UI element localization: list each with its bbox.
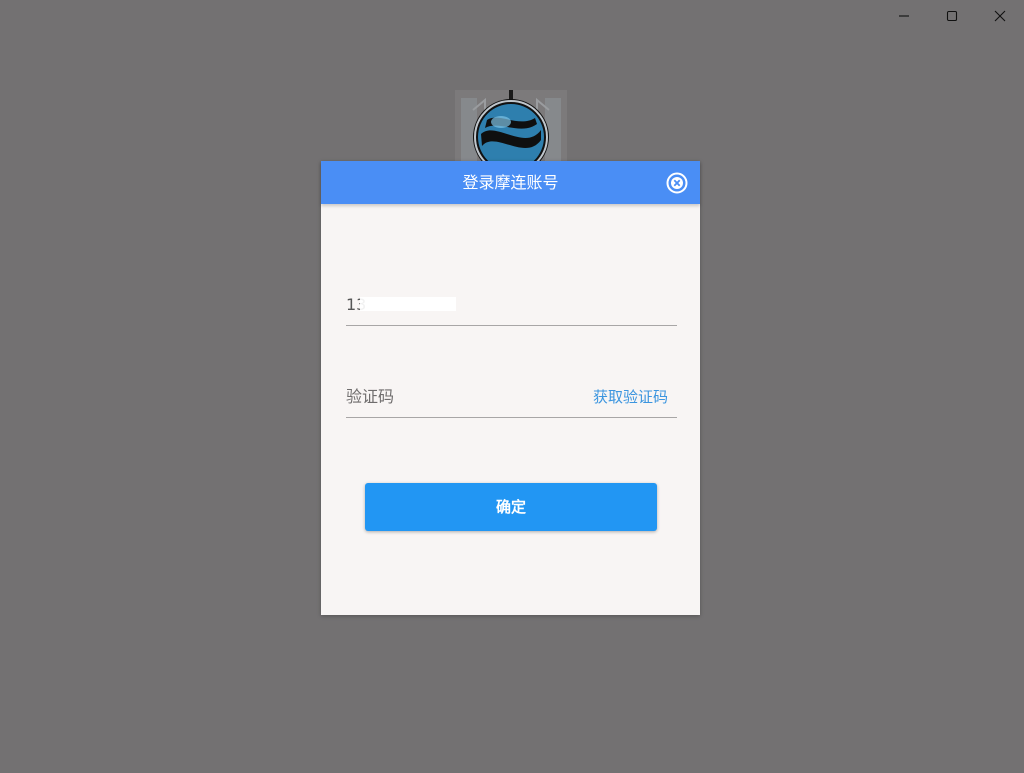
maximize-button[interactable] bbox=[928, 0, 976, 32]
close-circle-icon bbox=[666, 172, 688, 194]
dialog-title: 登录摩连账号 bbox=[462, 173, 559, 192]
phone-redaction-mask bbox=[360, 297, 456, 311]
confirm-button[interactable]: 确定 bbox=[365, 483, 657, 531]
login-dialog: 登录摩连账号 获取验证码 确定 bbox=[321, 161, 700, 615]
window-caption-controls bbox=[880, 0, 1024, 32]
dialog-header: 登录摩连账号 bbox=[321, 161, 700, 204]
phone-field bbox=[346, 285, 677, 326]
maximize-icon bbox=[946, 10, 958, 22]
get-verification-code-link[interactable]: 获取验证码 bbox=[593, 377, 668, 417]
verification-code-input[interactable] bbox=[346, 377, 576, 417]
verification-code-field: 获取验证码 bbox=[346, 377, 677, 418]
close-button[interactable] bbox=[976, 0, 1024, 32]
dialog-close-button[interactable] bbox=[666, 172, 688, 194]
app-window: 登录摩连账号 获取验证码 确定 bbox=[0, 0, 1024, 773]
minimize-icon bbox=[899, 15, 909, 17]
minimize-button[interactable] bbox=[880, 0, 928, 32]
close-icon bbox=[994, 10, 1006, 22]
